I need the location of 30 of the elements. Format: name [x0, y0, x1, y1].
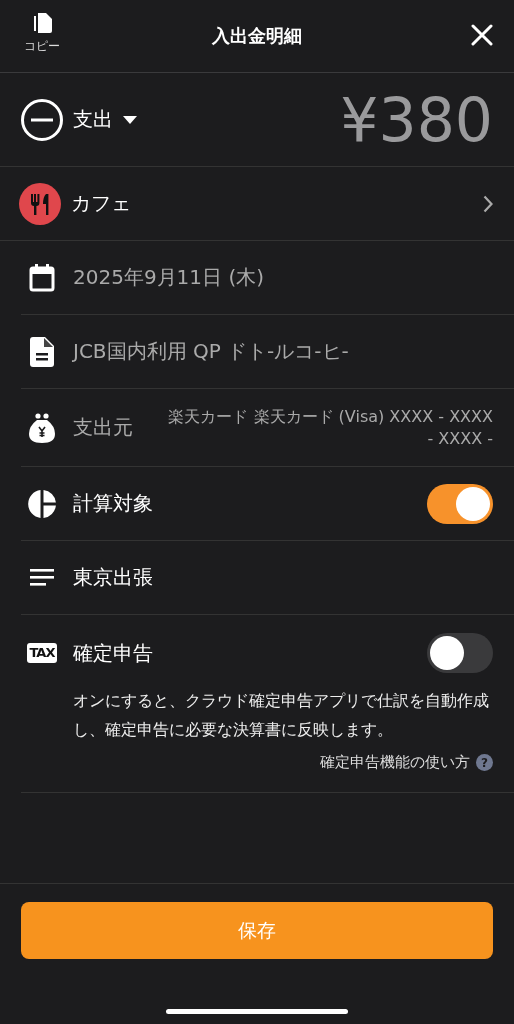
note-field[interactable]: 東京出張: [73, 564, 153, 591]
amount: ¥380: [340, 84, 493, 155]
money-bag-icon: [29, 412, 55, 443]
minus-circle-icon: [21, 98, 63, 141]
category-row[interactable]: カフェ: [0, 167, 514, 241]
description-text: オンにすると、クラウド確定申告アプリで仕訳を自動作成し、確定申告に必要な決算書に反映します。: [73, 691, 490, 741]
date-field[interactable]: 2025年9月11日 (木): [73, 264, 265, 291]
window-title: 入出金明細: [212, 25, 302, 46]
source-label: 支出元: [73, 414, 133, 441]
account-value[interactable]: 楽天カード 楽天カード (Visa) XXXX - XXXX - XXXX -: [163, 405, 493, 450]
text-lines-icon: [30, 568, 54, 587]
fork-knife-icon: [19, 182, 61, 225]
help-icon[interactable]: ?: [476, 754, 493, 771]
calendar-icon: [29, 263, 55, 292]
toggle-switch[interactable]: [427, 633, 493, 673]
close-icon: [471, 23, 493, 46]
memo-field[interactable]: JCB国内利用 QP ドト-ルコ-ヒ-: [73, 338, 349, 365]
chevron-icon: [483, 194, 493, 213]
caret-icon: [123, 115, 137, 124]
document-icon: [30, 336, 54, 367]
copy-button[interactable]: コピー: [24, 13, 60, 55]
toggle-label: 確定申告: [73, 639, 153, 667]
help-link[interactable]: 確定申告機能の使い方: [320, 753, 470, 772]
category-label: カフェ: [71, 190, 131, 217]
type-dropdown[interactable]: 支出: [21, 98, 137, 141]
copy-icon: [32, 13, 52, 35]
tax-badge: TAX: [26, 642, 58, 664]
toggle-label: 計算対象: [73, 490, 153, 517]
toggle-switch[interactable]: [427, 483, 493, 524]
pie-chart-icon: [28, 489, 56, 518]
